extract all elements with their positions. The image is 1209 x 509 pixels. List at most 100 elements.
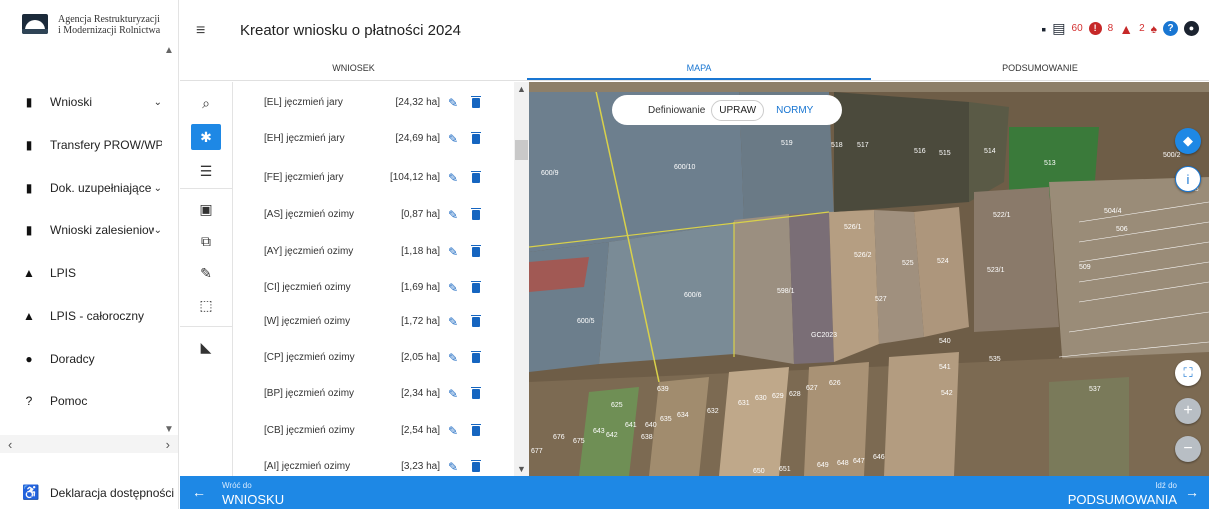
search-icon[interactable]: ⌕ <box>191 90 221 116</box>
user-account-icon[interactable]: ● <box>1184 21 1199 36</box>
delete-icon[interactable] <box>471 207 481 220</box>
clipboard-icon: ▮ <box>25 181 33 195</box>
arrow-right-icon[interactable]: → <box>1185 484 1199 500</box>
delete-icon[interactable] <box>471 244 481 257</box>
delete-icon[interactable] <box>471 280 481 293</box>
delete-icon[interactable] <box>471 459 481 472</box>
back-caption[interactable]: Wróć do <box>222 481 252 490</box>
select-rect-icon[interactable]: ⬚ <box>191 292 221 318</box>
edit-icon[interactable]: ✎ <box>448 281 458 295</box>
delete-icon[interactable] <box>471 131 481 144</box>
sidebar-item-lpis-caloroczny[interactable]: ▲ LPIS - całoroczny <box>22 306 162 326</box>
copy-icon[interactable]: ⧉ <box>191 228 221 254</box>
delete-icon[interactable] <box>471 386 481 399</box>
parcel-label: 518 <box>831 142 843 149</box>
next-button[interactable]: PODSUMOWANIA <box>1068 492 1177 507</box>
scrollbar-thumb[interactable] <box>515 140 528 160</box>
pencil-icon[interactable]: ✎ <box>191 260 221 286</box>
delete-icon[interactable] <box>471 350 481 363</box>
list-item[interactable]: [AY] jęczmień ozimy [1,18 ha] ✎ <box>234 235 514 268</box>
list-item[interactable]: [AI] jęczmień ozimy [3,23 ha] ✎ <box>234 450 514 476</box>
sidebar-item-transfery[interactable]: ▮ Transfery PROW/WPR <box>22 135 162 155</box>
clipboard-icon: ▮ <box>25 138 33 152</box>
sidebar-item-pomoc[interactable]: ? Pomoc <box>22 391 162 411</box>
sidebar-item-doradcy[interactable]: ● Doradcy <box>22 349 162 369</box>
mountain-icon: ▲ <box>23 266 35 280</box>
list-item[interactable]: [CI] jęczmień ozimy [1,69 ha] ✎ <box>234 271 514 304</box>
help-icon[interactable]: ? <box>1163 21 1178 36</box>
warnings-count[interactable]: 8 <box>1108 23 1114 34</box>
sidebar-item-wnioski[interactable]: ▮ Wnioski ⌄ <box>22 92 162 112</box>
sidebar-item-dok-uzupelniajace[interactable]: ▮ Dok. uzupełniające ⌄ <box>22 178 162 198</box>
list-item[interactable]: [BP] jęczmień ozimy [2,34 ha] ✎ <box>234 377 514 410</box>
list-item[interactable]: [EL] jęczmień jary [24,32 ha] ✎ <box>234 86 514 119</box>
list-item[interactable]: [EH] jęczmień jary [24,69 ha] ✎ <box>234 122 514 155</box>
save-icon[interactable]: ▪ <box>1041 21 1046 37</box>
tool-divider <box>180 326 232 327</box>
tab-podsumowanie[interactable]: PODSUMOWANIE <box>871 57 1209 80</box>
list-item[interactable]: [AS] jęczmień ozimy [0,87 ha] ✎ <box>234 198 514 231</box>
sidebar-scroll-down-icon[interactable]: ▼ <box>164 424 174 435</box>
crop-name: [FE] jęczmień jary <box>264 172 344 183</box>
next-caption[interactable]: Idź do <box>1155 481 1177 490</box>
list-item[interactable]: [CB] jęczmień ozimy [2,54 ha] ✎ <box>234 414 514 447</box>
edit-icon[interactable]: ✎ <box>448 387 458 401</box>
accessibility-declaration-link[interactable]: ♿ Deklaracja dostępności <box>22 484 174 501</box>
crop-list-scrollbar[interactable]: ▲ ▼ <box>514 82 529 476</box>
arimr-logo[interactable]: Agencja Restrukturyzacji i Modernizacji … <box>22 14 168 36</box>
toggle-option-normy[interactable]: NORMY <box>770 101 819 120</box>
ruler-icon[interactable]: ◣ <box>191 334 221 360</box>
edit-icon[interactable]: ✎ <box>448 132 458 146</box>
tab-mapa[interactable]: MAPA <box>527 57 871 80</box>
print-icon[interactable]: ▤ <box>1052 20 1065 37</box>
error-icon[interactable]: ! <box>1088 22 1102 35</box>
layers-icon[interactable]: ◆ <box>1175 128 1201 154</box>
tab-wniosek[interactable]: WNIOSEK <box>180 57 527 80</box>
edit-icon[interactable]: ✎ <box>448 245 458 259</box>
list-item[interactable]: [FE] jęczmień jary [104,12 ha] ✎ <box>234 161 514 194</box>
scroll-left-icon[interactable]: ‹ <box>8 437 12 452</box>
sidebar-horizontal-scrollbar[interactable]: ‹ › <box>0 435 178 453</box>
frame-icon[interactable]: ▣ <box>191 196 221 222</box>
sidebar-item-lpis[interactable]: ▲ LPIS <box>22 263 162 283</box>
menu-icon[interactable]: ≡ <box>196 22 205 40</box>
list-item[interactable]: [W] jęczmień ozimy [1,72 ha] ✎ <box>234 305 514 338</box>
arrow-left-icon[interactable]: ← <box>192 484 206 500</box>
delete-icon[interactable] <box>471 170 481 183</box>
errors-count[interactable]: 60 <box>1072 23 1083 34</box>
crop-name: [CP] jęczmień ozimy <box>264 352 355 363</box>
zoom-out-icon[interactable]: − <box>1175 436 1201 462</box>
edit-icon[interactable]: ✎ <box>448 208 458 222</box>
notifications-count[interactable]: 2 <box>1139 23 1145 34</box>
list-icon[interactable]: ☰ <box>191 158 221 184</box>
sidebar-item-wnioski-zalesieniowe[interactable]: ▮ Wnioski zalesieniowe ⌄ <box>22 220 162 240</box>
edit-icon[interactable]: ✎ <box>448 96 458 110</box>
edit-icon[interactable]: ✎ <box>448 171 458 185</box>
parcel-label: 629 <box>772 393 784 400</box>
zoom-in-icon[interactable]: + <box>1175 398 1201 424</box>
map-view[interactable]: 600/9 600/10 600/6 600/5 519 518 517 516… <box>529 82 1209 476</box>
delete-icon[interactable] <box>471 314 481 327</box>
bell-icon[interactable]: ♠ <box>1151 22 1157 36</box>
edit-icon[interactable]: ✎ <box>448 315 458 329</box>
scroll-down-icon[interactable]: ▼ <box>517 464 526 474</box>
info-icon[interactable]: i <box>1175 166 1201 192</box>
edit-icon[interactable]: ✎ <box>448 351 458 365</box>
toggle-option-upraw[interactable]: UPRAW <box>711 99 765 121</box>
scroll-up-icon[interactable]: ▲ <box>517 84 526 94</box>
sidebar-item-label: Wnioski zalesieniowe <box>50 223 154 237</box>
fullscreen-icon[interactable]: ⛶ <box>1175 360 1201 386</box>
warning-icon[interactable]: ▲ <box>1119 21 1133 37</box>
back-button[interactable]: WNIOSKU <box>222 492 284 507</box>
list-item[interactable]: [CP] jęczmień ozimy [2,05 ha] ✎ <box>234 341 514 374</box>
crop-icon[interactable]: ✱ <box>191 124 221 150</box>
delete-icon[interactable] <box>471 95 481 108</box>
crop-area: [24,32 ha] <box>395 97 440 108</box>
parcel-label: 540 <box>939 338 951 345</box>
delete-icon[interactable] <box>471 423 481 436</box>
edit-icon[interactable]: ✎ <box>448 460 458 474</box>
sidebar-scroll-up-icon[interactable]: ▲ <box>164 45 174 56</box>
scroll-right-icon[interactable]: › <box>166 437 170 452</box>
edit-icon[interactable]: ✎ <box>448 424 458 438</box>
parcel-label: 541 <box>939 364 951 371</box>
